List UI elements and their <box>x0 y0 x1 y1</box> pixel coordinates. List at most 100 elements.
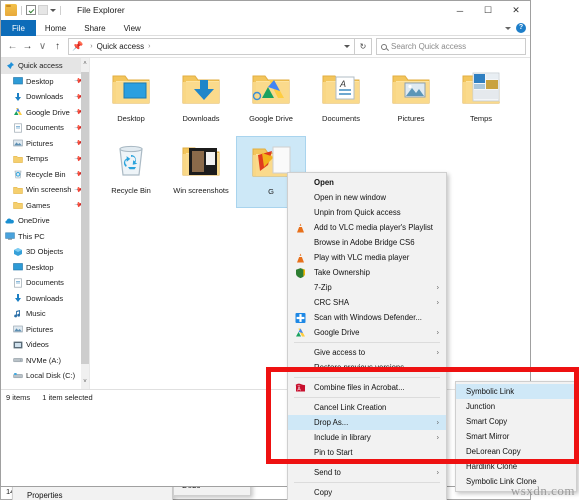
music-icon <box>13 309 23 319</box>
menu-item-copy[interactable]: Copy <box>288 485 446 500</box>
properties-checkbox-icon[interactable] <box>26 5 36 15</box>
file-item[interactable]: Pictures <box>376 64 446 136</box>
menu-item-scan-with-windows-defender[interactable]: Scan with Windows Defender... <box>288 310 446 325</box>
close-button[interactable]: ✕ <box>502 1 530 20</box>
menu-item-combine-files-in-acrobat[interactable]: A Combine files in Acrobat... <box>288 380 446 395</box>
sidebar-item-videos[interactable]: Videos <box>1 337 89 353</box>
file-explorer-window[interactable]: File Explorer ─ ☐ ✕ File Home Share View ? … <box>0 0 531 487</box>
breadcrumb-quick-access[interactable]: Quick access <box>97 42 145 51</box>
drop-as-submenu[interactable]: Symbolic Link Junction Smart Copy Smart Mir… <box>455 381 577 492</box>
submenu-item-delorean-copy[interactable]: DeLorean Copy <box>456 444 576 459</box>
tab-share[interactable]: Share <box>75 20 114 36</box>
menu-item-browse-in-adobe-bridge-cs6[interactable]: Browse in Adobe Bridge CS6 <box>288 235 446 250</box>
sidebar-item-documents[interactable]: Documents <box>1 275 89 291</box>
menu-item-google-drive[interactable]: Google Drive › <box>288 325 446 340</box>
sidebar-item-label: Downloads <box>26 92 64 102</box>
menu-item-cancel-link-creation[interactable]: Cancel Link Creation <box>288 400 446 415</box>
sidebar-item-downloads[interactable]: Downloads <box>1 291 89 307</box>
breadcrumb-caret-icon[interactable] <box>344 45 350 48</box>
this-pc-icon <box>5 231 15 241</box>
sidebar-item-music[interactable]: Music <box>1 306 89 322</box>
submenu-item-label: Junction <box>466 402 496 411</box>
new-folder-icon[interactable] <box>38 5 48 15</box>
window-controls[interactable]: ─ ☐ ✕ <box>446 1 530 20</box>
search-input[interactable]: Search Quick access <box>376 38 526 55</box>
sidebar-item-pictures[interactable]: Pictures 📌 <box>1 136 89 152</box>
submenu-item-junction[interactable]: Junction <box>456 399 576 414</box>
menu-separator <box>294 377 440 378</box>
file-item[interactable]: Desktop <box>96 64 166 136</box>
vlc-cone-icon <box>295 222 306 233</box>
forward-button[interactable]: → <box>20 38 35 55</box>
sidebar-item-this-pc[interactable]: This PC <box>1 229 89 245</box>
file-item[interactable]: Google Drive <box>236 64 306 136</box>
maximize-button[interactable]: ☐ <box>474 1 502 20</box>
tab-view[interactable]: View <box>115 20 150 36</box>
navigation-pane[interactable]: Quick access Desktop 📌 Downloads 📌 Google Dri… <box>1 58 89 389</box>
menu-item-include-in-library[interactable]: Include in library › <box>288 430 446 445</box>
menu-item-open-in-new-window[interactable]: Open in new window <box>288 190 446 205</box>
chevron-down-icon[interactable] <box>505 26 511 30</box>
menu-item-7-zip[interactable]: 7-Zip › <box>288 280 446 295</box>
submenu-item-symbolic-link[interactable]: Symbolic Link <box>456 384 576 399</box>
submenu-item-smart-copy[interactable]: Smart Copy <box>456 414 576 429</box>
nav-scroll-up-icon[interactable]: ˄ <box>81 58 89 71</box>
sidebar-item-onedrive[interactable]: OneDrive <box>1 213 89 229</box>
menu-item-open[interactable]: Open <box>288 175 446 190</box>
sidebar-item-label: Desktop <box>26 262 54 272</box>
sidebar-item-desktop[interactable]: Desktop <box>1 260 89 276</box>
menu-item-pin-to-start[interactable]: Pin to Start <box>288 445 446 460</box>
sidebar-item-documents[interactable]: Documents 📌 <box>1 120 89 136</box>
sidebar-item-3d-objects[interactable]: 3D Objects <box>1 244 89 260</box>
nav-scroll-down-icon[interactable]: ˅ <box>81 376 89 389</box>
menu-item-take-ownership[interactable]: Take Ownership <box>288 265 446 280</box>
sidebar-item-pictures[interactable]: Pictures <box>1 322 89 338</box>
sidebar-item-win-screensh[interactable]: Win screensh 📌 <box>1 182 89 198</box>
menu-item-send-to[interactable]: Send to › <box>288 465 446 480</box>
help-icon[interactable]: ? <box>516 23 526 33</box>
recent-locations-button[interactable]: ∨ <box>35 38 50 55</box>
file-item[interactable]: A Documents <box>306 64 376 136</box>
menu-item-crc-sha[interactable]: CRC SHA › <box>288 295 446 310</box>
menu-item-restore-previous-versions[interactable]: Restore previous versions <box>288 360 446 375</box>
file-item[interactable]: Recycle Bin <box>96 136 166 208</box>
menu-item-drop-as[interactable]: Drop As... › <box>288 415 446 430</box>
menu-item-label: Google Drive <box>314 328 360 337</box>
tab-file[interactable]: File <box>1 20 36 36</box>
menu-item-play-with-vlc-media-player[interactable]: Play with VLC media player <box>288 250 446 265</box>
refresh-button[interactable]: ↻ <box>355 38 372 55</box>
address-bar[interactable]: ← → ∨ ↑ 📌 › Quick access › ↻ Search Quic… <box>1 36 530 57</box>
sidebar-item-games[interactable]: Games 📌 <box>1 198 89 214</box>
file-item[interactable]: Temps <box>446 64 516 136</box>
sidebar-item-temps[interactable]: Temps 📌 <box>1 151 89 167</box>
up-button[interactable]: ↑ <box>50 38 65 55</box>
quick-access-toolbar[interactable] <box>5 4 63 16</box>
file-item[interactable]: Win screenshots <box>166 136 236 208</box>
nav-scrollbar[interactable]: ˄ ˅ <box>81 58 89 389</box>
menu-item-give-access-to[interactable]: Give access to › <box>288 345 446 360</box>
menu-item-add-to-vlc-media-player-s-playlist[interactable]: Add to VLC media player's Playlist <box>288 220 446 235</box>
bg-menu-item-properties[interactable]: Properties <box>13 488 172 500</box>
menu-item-unpin-from-quick-access[interactable]: Unpin from Quick access <box>288 205 446 220</box>
ribbon-right-controls[interactable]: ? <box>505 23 526 33</box>
file-context-menu[interactable]: Open Open in new window Unpin from Quick a… <box>287 172 447 500</box>
sidebar-item-google-drive[interactable]: Google Drive 📌 <box>1 105 89 121</box>
submenu-item-hardlink-clone[interactable]: Hardlink Clone <box>456 459 576 474</box>
customize-caret-icon[interactable] <box>50 8 56 12</box>
ribbon-tabs-bar[interactable]: File Home Share View ? <box>1 20 530 36</box>
minimize-button[interactable]: ─ <box>446 1 474 20</box>
submenu-item-smart-mirror[interactable]: Smart Mirror <box>456 429 576 444</box>
sidebar-item-downloads[interactable]: Downloads 📌 <box>1 89 89 105</box>
file-item[interactable]: Downloads <box>166 64 236 136</box>
sidebar-item-label: Recycle Bin <box>26 169 66 179</box>
sidebar-item-label: Documents <box>26 278 64 288</box>
sidebar-item-quick-access[interactable]: Quick access <box>1 58 89 74</box>
sidebar-item-local-disk-c[interactable]: Local Disk (C:) <box>1 368 89 384</box>
tab-home[interactable]: Home <box>36 20 75 36</box>
sidebar-item-desktop[interactable]: Desktop 📌 <box>1 74 89 90</box>
back-button[interactable]: ← <box>5 38 20 55</box>
breadcrumb[interactable]: 📌 › Quick access › <box>68 38 355 55</box>
sidebar-item-nvme-a[interactable]: NVMe (A:) <box>1 353 89 369</box>
nav-scrollbar-thumb[interactable] <box>81 72 89 364</box>
sidebar-item-recycle-bin[interactable]: Recycle Bin 📌 <box>1 167 89 183</box>
